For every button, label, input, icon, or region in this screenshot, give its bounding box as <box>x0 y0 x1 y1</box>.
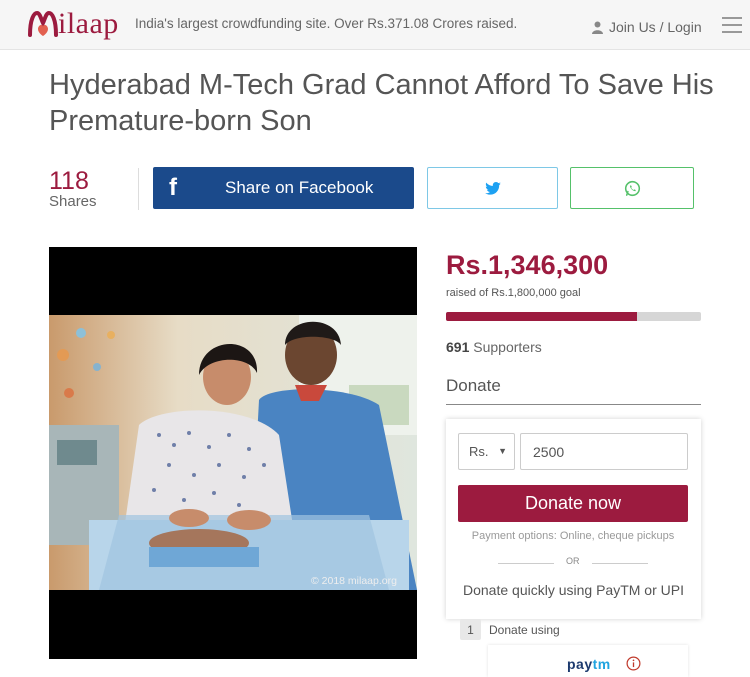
milaap-logo[interactable]: ilaap <box>26 7 119 41</box>
chevron-down-icon: ▼ <box>498 446 507 456</box>
or-label: OR <box>566 556 580 566</box>
share-facebook-label: Share on Facebook <box>225 178 374 197</box>
user-icon <box>592 21 603 34</box>
share-count: 118 <box>49 167 89 195</box>
share-whatsapp-button[interactable] <box>570 167 694 209</box>
login-label: Join Us / Login <box>609 19 702 35</box>
campaign-photo <box>49 315 417 590</box>
raised-goal-text: raised of Rs.1,800,000 goal <box>446 287 581 299</box>
funding-progress-fill <box>446 312 637 321</box>
logo-text: ilaap <box>58 7 119 40</box>
photo-copyright: © 2018 milaap.org <box>311 575 397 587</box>
share-divider <box>138 168 139 210</box>
supporters-label: Supporters <box>473 339 542 355</box>
donation-amount-input[interactable] <box>520 433 688 470</box>
share-twitter-button[interactable] <box>427 167 558 209</box>
share-facebook-button[interactable]: f Share on Facebook <box>153 167 414 209</box>
share-count-label: Shares <box>49 193 97 210</box>
milaap-logo-icon <box>28 10 58 37</box>
twitter-icon <box>484 181 501 195</box>
step-label: Donate using <box>489 623 560 637</box>
campaign-title: Hyderabad M-Tech Grad Cannot Afford To S… <box>49 69 714 137</box>
step-number-badge: 1 <box>460 619 481 640</box>
funding-progress-bar <box>446 312 701 321</box>
quick-donate-heading: Donate quickly using PayTM or UPI <box>463 582 684 598</box>
or-separator: OR <box>498 556 648 570</box>
whatsapp-icon <box>624 180 640 196</box>
currency-value: Rs. <box>469 444 489 459</box>
login-link[interactable]: Join Us / Login <box>592 19 702 35</box>
site-tagline: India's largest crowdfunding site. Over … <box>135 16 518 31</box>
payment-options-text: Payment options: Online, cheque pickups <box>471 530 675 542</box>
top-bar: ilaap India's largest crowdfunding site.… <box>0 0 750 50</box>
donate-divider <box>446 404 701 405</box>
currency-select[interactable]: Rs. ▼ <box>458 433 515 470</box>
menu-icon[interactable] <box>722 17 742 33</box>
donate-now-button[interactable]: Donate now <box>458 485 688 522</box>
paytm-logo: paytm <box>567 656 611 672</box>
supporters-number: 691 <box>446 339 470 355</box>
facebook-icon: f <box>169 174 177 201</box>
donate-heading: Donate <box>446 376 501 395</box>
supporters-count: 691 Supporters <box>446 339 542 355</box>
info-icon[interactable] <box>626 656 641 671</box>
raised-amount: Rs.1,346,300 <box>446 250 609 280</box>
